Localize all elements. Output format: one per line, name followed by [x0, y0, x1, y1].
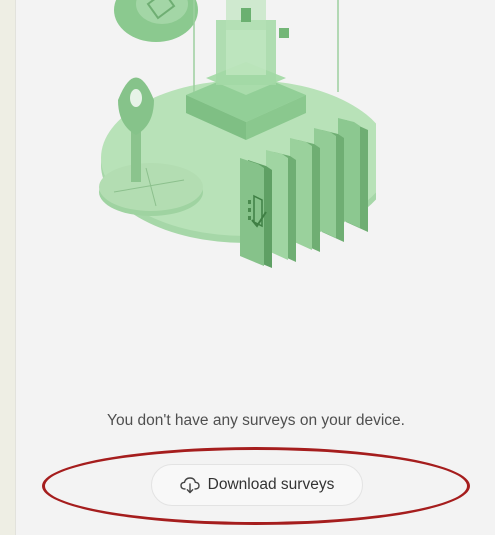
- empty-surveys-illustration: [99, 0, 376, 268]
- empty-state-message: You don't have any surveys on your devic…: [107, 412, 405, 429]
- surveys-panel: You don't have any surveys on your devic…: [15, 0, 495, 535]
- cloud-download-icon: [179, 477, 200, 494]
- download-surveys-button[interactable]: Download surveys: [151, 464, 363, 506]
- download-surveys-label: Download surveys: [207, 476, 335, 493]
